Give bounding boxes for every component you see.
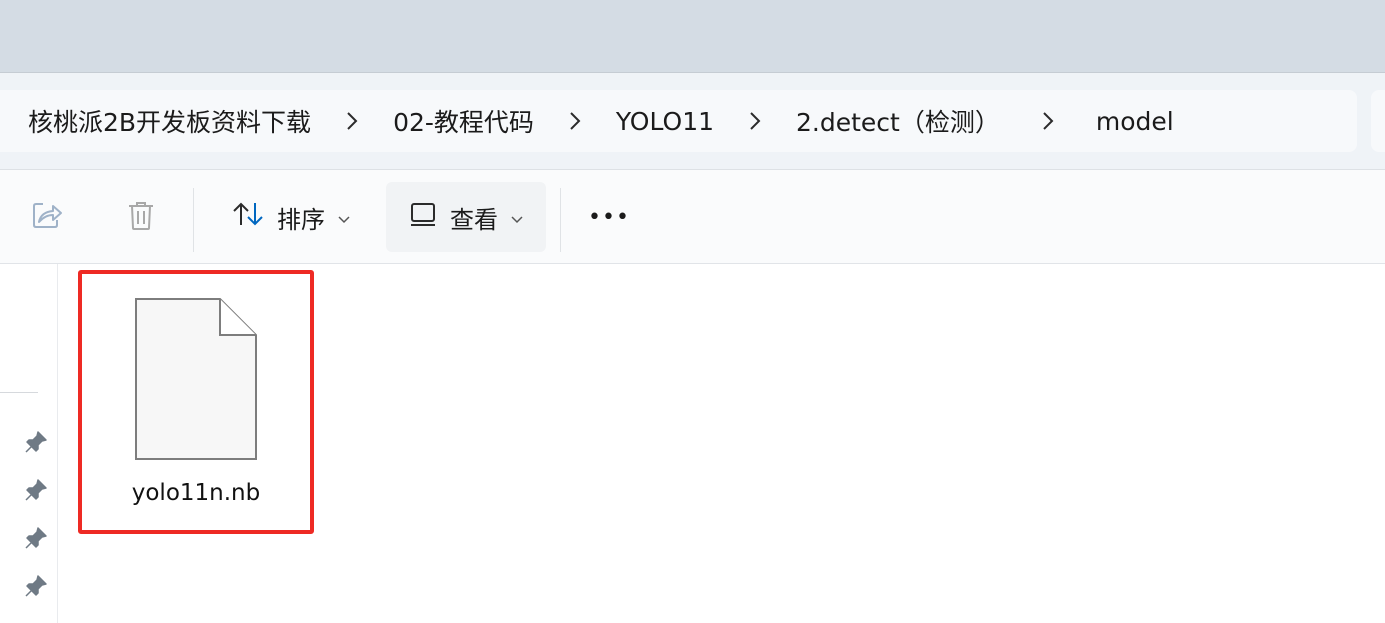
command-bar: 排序 查看 ••• — [0, 170, 1385, 264]
delete-button[interactable] — [114, 182, 168, 252]
chevron-right-icon[interactable] — [1000, 101, 1096, 141]
sort-button[interactable]: 排序 — [216, 182, 366, 252]
share-button[interactable] — [20, 182, 74, 252]
file-list-area: yolo11n.nb — [0, 264, 1385, 623]
nav-divider — [0, 392, 38, 393]
breadcrumb-item-current[interactable]: model — [1096, 107, 1174, 136]
more-icon: ••• — [588, 204, 630, 230]
pin-icon[interactable] — [24, 430, 48, 454]
pin-icon[interactable] — [24, 526, 48, 550]
sort-label: 排序 — [277, 205, 325, 234]
chevron-right-icon[interactable] — [714, 101, 796, 141]
share-icon — [31, 200, 63, 234]
more-options-button[interactable]: ••• — [580, 182, 638, 252]
breadcrumb-item[interactable]: 核桃派2B开发板资料下载 — [28, 103, 311, 139]
view-layout-icon — [408, 200, 438, 234]
pin-icon[interactable] — [24, 574, 48, 598]
file-name: yolo11n.nb — [131, 480, 261, 506]
view-label: 查看 — [450, 205, 498, 234]
search-box-edge[interactable] — [1371, 90, 1385, 152]
window-title-bar[interactable] — [0, 0, 1385, 73]
breadcrumb-item[interactable]: 02-教程代码 — [393, 103, 534, 139]
view-button[interactable]: 查看 — [386, 182, 546, 252]
toolbar-divider — [193, 188, 194, 252]
generic-file-icon — [132, 295, 260, 467]
pin-icon[interactable] — [24, 478, 48, 502]
chevron-right-icon[interactable] — [311, 101, 393, 141]
navigation-pane — [0, 264, 58, 623]
address-bar-area: 核桃派2B开发板资料下载 02-教程代码 YOLO11 2.detect（检测）… — [0, 73, 1385, 170]
chevron-down-icon — [510, 203, 524, 231]
trash-icon — [126, 199, 156, 235]
breadcrumb-item[interactable]: 2.detect（检测） — [796, 103, 1000, 139]
toolbar-divider — [560, 188, 561, 252]
sort-arrows-icon — [231, 200, 265, 234]
breadcrumb[interactable]: 核桃派2B开发板资料下载 02-教程代码 YOLO11 2.detect（检测）… — [0, 90, 1357, 152]
chevron-down-icon — [337, 203, 351, 231]
breadcrumb-item[interactable]: YOLO11 — [616, 107, 714, 136]
chevron-right-icon[interactable] — [534, 101, 616, 141]
file-item-selected[interactable]: yolo11n.nb — [78, 270, 314, 534]
